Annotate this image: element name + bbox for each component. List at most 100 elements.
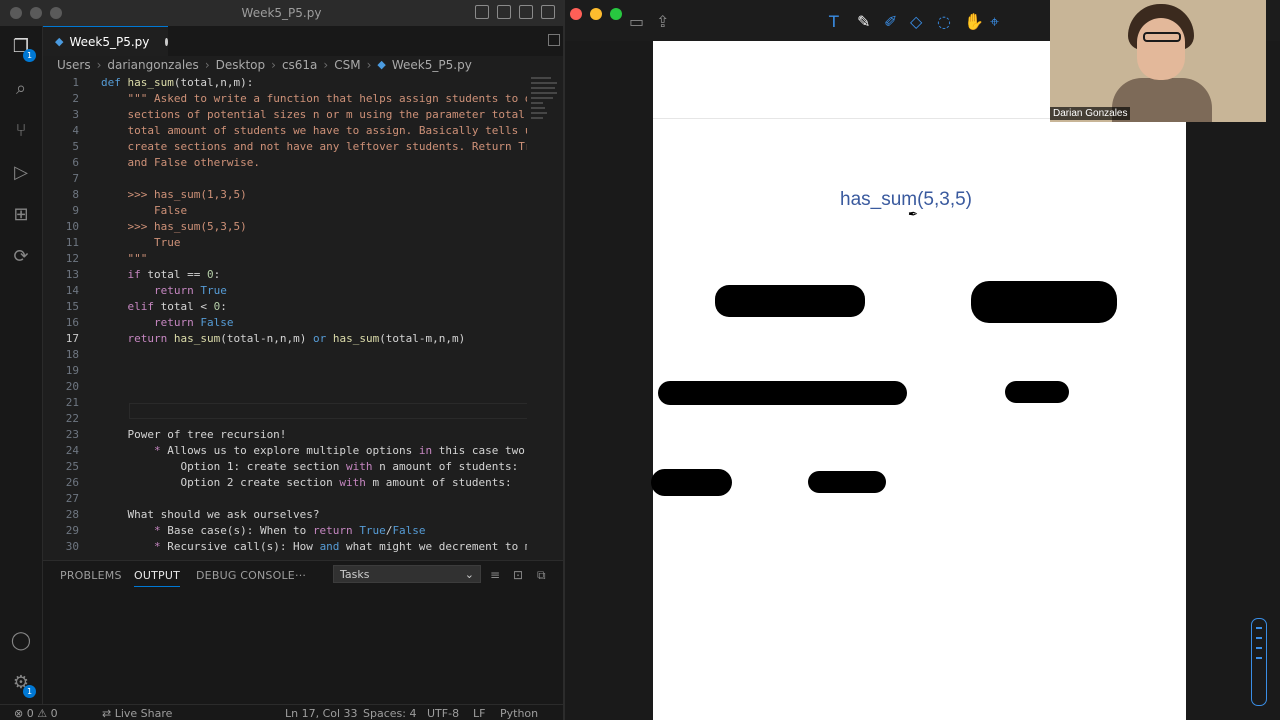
window-controls [10,7,62,19]
code-line[interactable]: 15 elif total < 0: [43,299,527,315]
code-line[interactable]: 24 * Allows us to explore multiple optio… [43,443,527,459]
output-channel-select[interactable]: Tasks ⌄ [333,565,481,583]
code-text: if total == 0: [127,268,221,281]
code-line[interactable]: 7 [43,171,527,187]
line-number: 7 [72,172,79,185]
settings-gear-icon[interactable]: ⚙ 1 [10,672,36,698]
maximize-window-button[interactable] [50,7,62,19]
source-control-icon[interactable]: ⑂ [10,120,32,142]
code-text: elif total < 0: [127,300,227,313]
minimize-window-button[interactable] [590,8,602,20]
code-line[interactable]: 4 total amount of students we have to as… [43,123,527,139]
code-line[interactable]: 23 Power of tree recursion! [43,427,527,443]
code-line[interactable]: 29 * Base case(s): When to return True/F… [43,523,527,539]
minimap[interactable] [527,74,563,154]
panel-more-button[interactable]: ··· [295,569,306,582]
tab-debug-console[interactable]: DEBUG CONSOLE [196,569,295,582]
encoding-status[interactable]: UTF-8 [427,707,459,720]
code-text: """ [127,252,148,265]
customize-layout-icon[interactable] [541,5,555,19]
code-line[interactable]: 20 [43,379,527,395]
shapes-tool-icon[interactable]: ✋ [964,12,984,31]
share-icon[interactable]: ⇪ [656,12,669,31]
breadcrumb-item[interactable]: Users [57,58,91,72]
line-number: 12 [65,252,79,265]
split-editor-icon[interactable] [548,34,560,46]
code-line[interactable]: 28 What should we ask ourselves? [43,507,527,523]
account-icon[interactable]: ◯ [10,630,32,652]
code-editor[interactable]: 1 def has_sum(total,n,m): 2 """ Asked to w… [43,74,527,559]
highlighter-tool-icon[interactable]: ✐ [884,12,897,31]
lock-icon[interactable]: ⊡ [513,568,523,582]
breadcrumb-item[interactable]: Desktop [216,58,266,72]
redacted-ink [1005,381,1069,403]
toggle-sidebar-icon[interactable] [475,5,489,19]
indentation-status[interactable]: Spaces: 4 [363,707,416,720]
live-share-status[interactable]: ⇄ Live Share [102,707,172,720]
maximize-window-button[interactable] [610,8,622,20]
search-icon[interactable]: ⌕ [10,78,32,100]
sidebar-toggle-icon[interactable]: ▭ [629,12,644,31]
toggle-secondary-sidebar-icon[interactable] [519,5,533,19]
breadcrumb-item[interactable]: cs61a [282,58,317,72]
code-line[interactable]: 1 def has_sum(total,n,m): [43,75,527,91]
pen-tool-icon[interactable]: ✎ [857,12,870,31]
code-line[interactable]: 17 return has_sum(total-n,n,m) or has_su… [43,331,527,347]
code-line[interactable]: 18 [43,347,527,363]
extensions-icon[interactable]: ⊞ [10,204,32,226]
code-line[interactable]: 30 * Recursive call(s): How and what mig… [43,539,527,555]
tab-week5-p5[interactable]: ◆ Week5_P5.py [43,26,168,56]
window-title: Week5_P5.py [241,6,322,20]
run-debug-icon[interactable]: ▷ [10,162,32,184]
line-number: 21 [65,396,79,409]
code-line[interactable]: 21 [43,395,527,411]
code-line[interactable]: 27 [43,491,527,507]
code-line[interactable]: 10 >>> has_sum(5,3,5) [43,219,527,235]
clear-output-icon[interactable]: ≡ [490,568,500,582]
python-file-icon: ◆ [377,58,386,71]
close-window-button[interactable] [570,8,582,20]
code-line[interactable]: 26 Option 2 create section with m amount… [43,475,527,491]
open-output-editor-icon[interactable]: ⧉ [537,568,546,583]
code-line[interactable]: 5 create sections and not have any lefto… [43,139,527,155]
code-line[interactable]: 2 """ Asked to write a function that hel… [43,91,527,107]
breadcrumb-item[interactable]: CSM [334,58,360,72]
breadcrumb-item[interactable]: Week5_P5.py [392,58,472,72]
lasso-tool-icon[interactable]: ◌ [937,12,951,31]
tab-output[interactable]: OUTPUT [134,569,181,587]
code-line[interactable]: 13 if total == 0: [43,267,527,283]
line-number: 18 [65,348,79,361]
tab-problems[interactable]: PROBLEMS [60,569,122,582]
code-line[interactable]: 22 [43,411,527,427]
code-text: return True [153,284,227,297]
remote-explorer-icon[interactable]: ⟳ [10,246,32,268]
language-mode[interactable]: Python [500,707,538,720]
code-line[interactable]: 12 """ [43,251,527,267]
code-line[interactable]: 14 return True [43,283,527,299]
code-line[interactable]: 3 sections of potential sizes n or m usi… [43,107,527,123]
unsaved-dot-icon[interactable] [165,37,168,46]
line-number: 8 [72,188,79,201]
code-line[interactable]: 9 False [43,203,527,219]
code-line[interactable]: 6 and False otherwise. [43,155,527,171]
code-text: Option 1: create section with n amount o… [101,460,519,473]
code-line[interactable]: 19 [43,363,527,379]
eol-status[interactable]: LF [473,707,485,720]
laser-pointer-icon[interactable]: ⌖ [990,12,999,32]
eraser-tool-icon[interactable]: ◇ [910,12,922,31]
breadcrumb-item[interactable]: dariangonzales [107,58,198,72]
explorer-icon[interactable]: ❐ 1 [10,36,36,62]
problems-status[interactable]: ⊗ 0 ⚠ 0 [14,707,58,720]
code-line[interactable]: 25 Option 1: create section with n amoun… [43,459,527,475]
whiteboard-canvas[interactable]: has_sum(5,3,5) ✒ [651,41,1186,720]
code-line[interactable]: 11 True [43,235,527,251]
webcam-overlay: Darian Gonzales [1050,0,1266,122]
code-line[interactable]: 8 >>> has_sum(1,3,5) [43,187,527,203]
code-line[interactable]: 16 return False [43,315,527,331]
toggle-panel-icon[interactable] [497,5,511,19]
page-scroller[interactable] [1251,618,1267,706]
minimize-window-button[interactable] [30,7,42,19]
close-window-button[interactable] [10,7,22,19]
cursor-position[interactable]: Ln 17, Col 33 [285,707,358,720]
text-tool-icon[interactable]: T [829,12,839,31]
